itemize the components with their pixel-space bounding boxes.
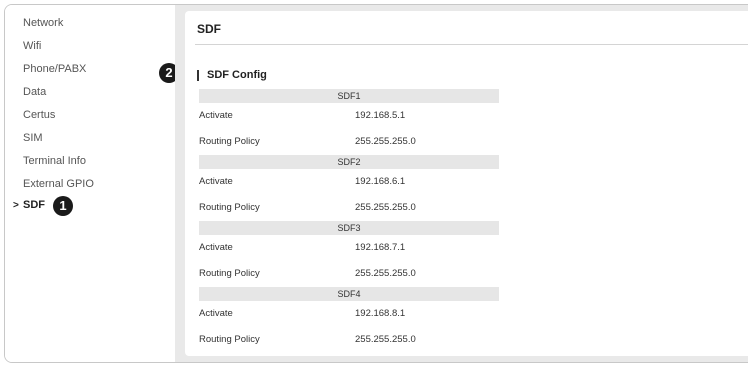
routing-policy-label: Routing Policy: [199, 268, 260, 279]
main-content: SDF SDF Config SDF1 Activate 192.168.5.1…: [175, 5, 748, 362]
table-row: Routing Policy 255.255.255.0: [199, 129, 499, 155]
activate-label: Activate: [199, 110, 233, 121]
sidebar-item-wifi[interactable]: Wifi: [23, 38, 41, 54]
app-window: Network Wifi Phone/PABX Data Certus SIM …: [4, 4, 748, 363]
sdf-group-header: SDF3: [199, 221, 499, 235]
activate-label: Activate: [199, 176, 233, 187]
sdf-group: SDF4 Activate 192.168.8.1 Routing Policy…: [199, 287, 499, 353]
sdf-group: SDF3 Activate 192.168.7.1 Routing Policy…: [199, 221, 499, 287]
sdf-config-table: SDF1 Activate 192.168.5.1 Routing Policy…: [199, 89, 499, 353]
sidebar-item-terminal-info[interactable]: Terminal Info: [23, 153, 86, 169]
section-title: SDF Config: [197, 70, 267, 81]
sdf-group-header: SDF1: [199, 89, 499, 103]
routing-policy-value: 255.255.255.0: [355, 136, 416, 147]
table-row: Routing Policy 255.255.255.0: [199, 327, 499, 353]
routing-policy-value: 255.255.255.0: [355, 202, 416, 213]
activate-label: Activate: [199, 242, 233, 253]
routing-policy-label: Routing Policy: [199, 334, 260, 345]
table-row: Activate 192.168.5.1: [199, 103, 499, 129]
sidebar-item-data[interactable]: Data: [23, 84, 46, 100]
page-title: SDF: [197, 22, 221, 36]
sidebar-item-network[interactable]: Network: [23, 15, 63, 31]
routing-policy-value: 255.255.255.0: [355, 268, 416, 279]
routing-policy-value: 255.255.255.0: [355, 334, 416, 345]
sidebar-item-label: SDF: [23, 199, 45, 211]
sidebar-item-certus[interactable]: Certus: [23, 107, 55, 123]
sdf-group: SDF2 Activate 192.168.6.1 Routing Policy…: [199, 155, 499, 221]
sdf-group-header: SDF2: [199, 155, 499, 169]
sidebar-item-phone-pabx[interactable]: Phone/PABX: [23, 61, 86, 77]
table-row: Activate 192.168.6.1: [199, 169, 499, 195]
activate-value: 192.168.5.1: [355, 110, 406, 121]
sdf-group: SDF1 Activate 192.168.5.1 Routing Policy…: [199, 89, 499, 155]
table-row: Routing Policy 255.255.255.0: [199, 261, 499, 287]
sidebar-item-sim[interactable]: SIM: [23, 130, 43, 146]
routing-policy-label: Routing Policy: [199, 202, 260, 213]
chevron-right-icon: >: [13, 200, 19, 211]
sidebar: Network Wifi Phone/PABX Data Certus SIM …: [5, 5, 179, 362]
table-row: Routing Policy 255.255.255.0: [199, 195, 499, 221]
sdf-panel: SDF SDF Config SDF1 Activate 192.168.5.1…: [185, 11, 748, 356]
title-divider: [195, 44, 748, 45]
activate-value: 192.168.6.1: [355, 176, 406, 187]
sdf-group-header: SDF4: [199, 287, 499, 301]
activate-label: Activate: [199, 308, 233, 319]
routing-policy-label: Routing Policy: [199, 136, 260, 147]
sidebar-item-external-gpio[interactable]: External GPIO: [23, 176, 94, 192]
activate-value: 192.168.7.1: [355, 242, 406, 253]
activate-value: 192.168.8.1: [355, 308, 406, 319]
table-row: Activate 192.168.7.1: [199, 235, 499, 261]
sidebar-item-sdf[interactable]: > SDF: [13, 197, 45, 213]
table-row: Activate 192.168.8.1: [199, 301, 499, 327]
callout-badge-1: 1: [53, 196, 73, 216]
